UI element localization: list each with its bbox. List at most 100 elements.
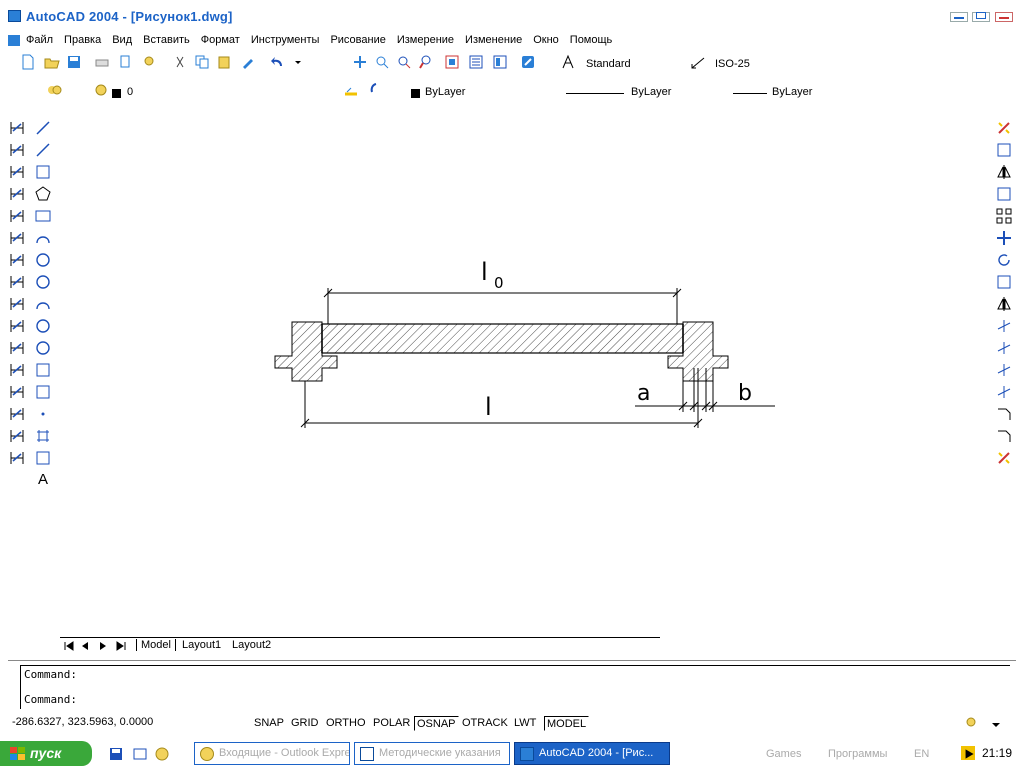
menu-window[interactable]: Окно [533, 34, 559, 46]
osnap-toggle[interactable]: OSNAP [414, 716, 459, 731]
quick-launch-app-icon[interactable] [154, 746, 170, 762]
copy-clipboard-icon[interactable] [194, 54, 210, 70]
tab-layout2[interactable]: Layout2 [228, 639, 275, 651]
menu-format[interactable]: Формат [201, 34, 240, 46]
trim-icon[interactable] [995, 317, 1013, 335]
document-icon[interactable] [8, 35, 20, 46]
menu-edit[interactable]: Правка [64, 34, 101, 46]
revision-cloud-icon[interactable] [34, 273, 52, 291]
polyline-icon[interactable] [34, 163, 52, 181]
continue-dimension-icon[interactable] [8, 295, 26, 313]
undo-dropdown-icon[interactable] [290, 54, 301, 70]
make-object-layer-current-icon[interactable] [343, 82, 359, 98]
menu-dimension[interactable]: Измерение [397, 34, 454, 46]
tool-palettes-icon[interactable] [492, 54, 508, 70]
dimension-text-edit-icon[interactable] [8, 405, 26, 423]
layer-previous-icon[interactable] [366, 82, 382, 98]
language-indicator[interactable]: EN [914, 748, 929, 760]
new-file-icon[interactable] [20, 54, 36, 70]
text-style-icon[interactable] [560, 54, 576, 70]
open-file-icon[interactable] [44, 54, 60, 70]
copy-icon[interactable] [995, 141, 1013, 159]
insert-block-icon[interactable] [34, 361, 52, 379]
tray-programs[interactable]: Программы [828, 748, 887, 760]
paste-icon[interactable] [216, 54, 232, 70]
menu-help[interactable]: Помощь [570, 34, 613, 46]
layer-properties-icon[interactable] [46, 82, 62, 98]
quick-leader-icon[interactable] [8, 317, 26, 335]
text-style-value[interactable]: Standard [586, 58, 631, 70]
find-icon[interactable] [142, 54, 158, 70]
properties-icon[interactable] [444, 54, 460, 70]
drawing-area[interactable]: l 0 l a b [60, 110, 990, 635]
pan-realtime-icon[interactable] [352, 54, 368, 70]
model-toggle[interactable]: MODEL [544, 716, 590, 731]
tolerance-icon[interactable] [8, 339, 26, 357]
erase-icon[interactable] [995, 119, 1013, 137]
quick-launch-save-icon[interactable] [108, 746, 124, 762]
lwt-toggle[interactable]: LWT [512, 716, 538, 731]
linetype-control-value[interactable]: ByLayer [631, 86, 671, 98]
otrack-toggle[interactable]: OTRACK [460, 716, 510, 731]
region-icon[interactable] [34, 449, 52, 467]
dbconnect-icon[interactable] [520, 54, 536, 70]
tab-layout1[interactable]: Layout1 [178, 639, 225, 651]
dimension-style-icon[interactable] [8, 449, 26, 467]
drawing-canvas[interactable]: l 0 l a b [60, 110, 990, 635]
break-at-point-icon[interactable] [995, 383, 1013, 401]
communication-center-icon[interactable] [964, 715, 980, 731]
task-outlook[interactable]: Входящие - Outlook Express [194, 742, 350, 765]
move-icon[interactable] [995, 229, 1013, 247]
ellipse-arc-icon[interactable] [34, 339, 52, 357]
scale-icon[interactable] [995, 273, 1013, 291]
snap-toggle[interactable]: SNAP [252, 716, 286, 731]
menu-file[interactable]: Файл [26, 34, 53, 46]
current-layer-value[interactable]: 0 [127, 86, 133, 98]
coordinate-display[interactable]: -286.6327, 323.5963, 0.0000 [12, 716, 153, 728]
next-tab-icon[interactable] [98, 641, 108, 651]
rectangle-icon[interactable] [34, 207, 52, 225]
menu-view[interactable]: Вид [112, 34, 132, 46]
baseline-dimension-icon[interactable] [8, 273, 26, 291]
extend-icon[interactable] [995, 339, 1013, 357]
task-document[interactable]: Методические указания [354, 742, 510, 765]
maximize-button[interactable] [972, 12, 990, 22]
ordinate-dimension-icon[interactable] [8, 163, 26, 181]
command-prompt[interactable]: Command: [24, 693, 77, 706]
make-block-icon[interactable] [34, 383, 52, 401]
grid-toggle[interactable]: GRID [289, 716, 321, 731]
polar-toggle[interactable]: POLAR [371, 716, 412, 731]
menu-insert[interactable]: Вставить [143, 34, 190, 46]
circle-icon[interactable] [34, 251, 52, 269]
design-center-icon[interactable] [468, 54, 484, 70]
first-tab-icon[interactable] [64, 641, 74, 651]
hatch-icon[interactable] [34, 427, 52, 445]
construction-line-icon[interactable] [34, 141, 52, 159]
close-button[interactable] [995, 12, 1013, 22]
fillet-icon[interactable] [995, 427, 1013, 445]
break-icon[interactable] [995, 361, 1013, 379]
zoom-previous-icon[interactable] [418, 54, 434, 70]
quick-launch-desktop-icon[interactable] [132, 746, 148, 762]
arc-icon[interactable] [34, 229, 52, 247]
spline-icon[interactable] [34, 295, 52, 313]
ortho-toggle[interactable]: ORTHO [324, 716, 368, 731]
status-menu-icon[interactable] [988, 717, 1000, 733]
chamfer-icon[interactable] [995, 405, 1013, 423]
menu-modify[interactable]: Изменение [465, 34, 522, 46]
start-button[interactable]: пуск [0, 741, 92, 766]
last-tab-icon[interactable] [116, 641, 126, 651]
explode-icon[interactable] [995, 449, 1013, 467]
ellipse-icon[interactable] [34, 317, 52, 335]
stretch-icon[interactable] [995, 295, 1013, 313]
array-icon[interactable] [995, 207, 1013, 225]
multiline-text-icon[interactable]: A [34, 471, 52, 489]
center-mark-icon[interactable] [8, 361, 26, 379]
save-icon[interactable] [66, 54, 82, 70]
command-window[interactable]: Command: Command: [20, 665, 1010, 709]
diameter-dimension-icon[interactable] [8, 207, 26, 225]
point-icon[interactable] [34, 405, 52, 423]
offset-icon[interactable] [995, 185, 1013, 203]
radius-dimension-icon[interactable] [8, 185, 26, 203]
aligned-dimension-icon[interactable] [8, 141, 26, 159]
